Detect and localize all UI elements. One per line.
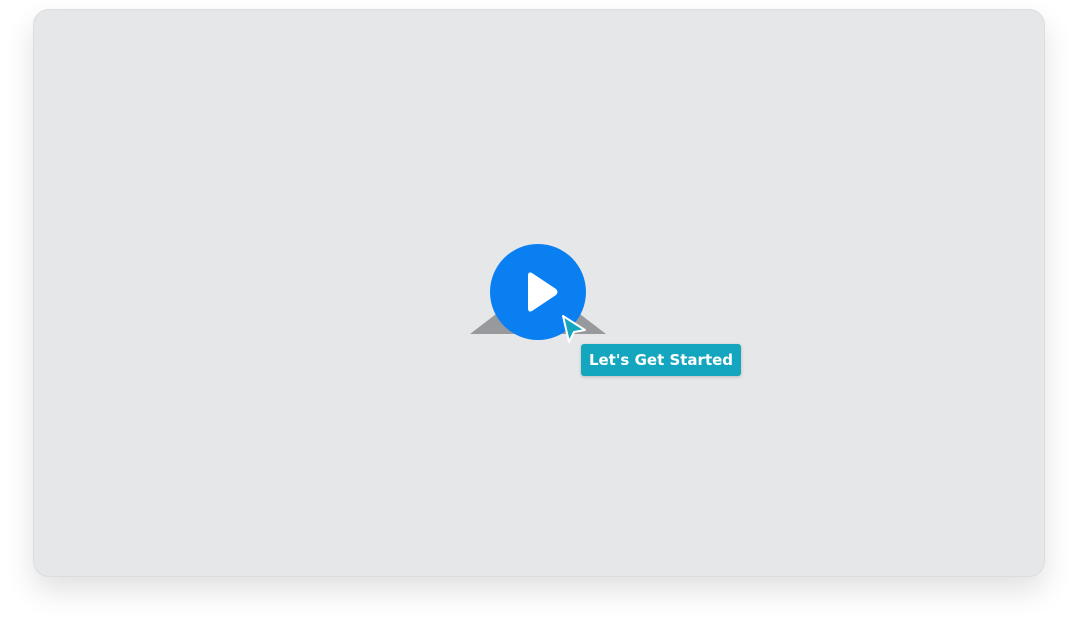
lets-get-started-button[interactable]: Let's Get Started [581,344,741,376]
mouse-cursor-icon [562,315,586,343]
